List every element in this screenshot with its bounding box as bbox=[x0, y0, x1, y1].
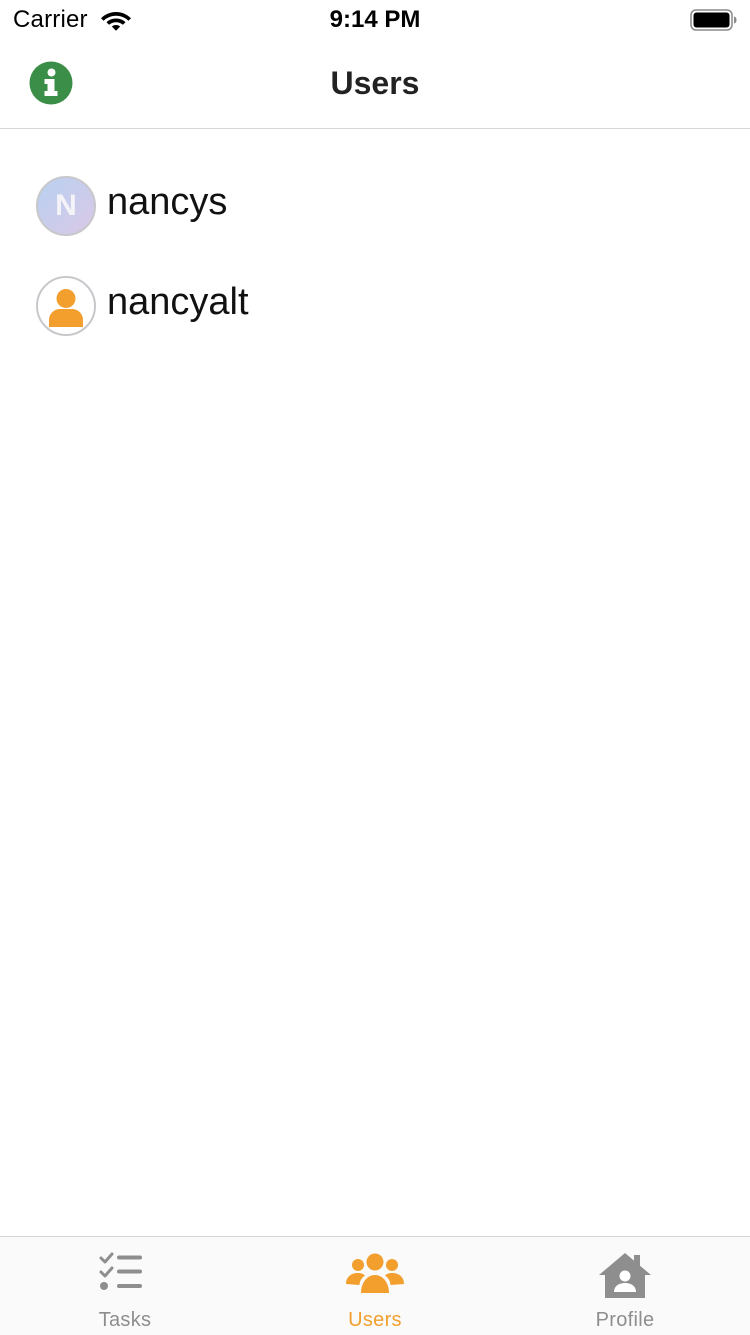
avatar-initial: N bbox=[55, 189, 77, 222]
tab-label: Tasks bbox=[98, 1309, 152, 1331]
navigation-bar: Users bbox=[0, 40, 750, 129]
home-person-icon bbox=[599, 1253, 651, 1298]
tab-profile[interactable]: Profile bbox=[500, 1237, 750, 1335]
user-list: N nancys nancyalt bbox=[0, 129, 750, 356]
user-name: nancys bbox=[107, 181, 228, 223]
user-name: nancyalt bbox=[107, 281, 249, 323]
status-bar: Carrier 9:14 PM bbox=[0, 0, 750, 40]
users-group-icon bbox=[346, 1253, 404, 1293]
user-row-nancys[interactable]: N nancys bbox=[0, 156, 750, 256]
avatar bbox=[36, 276, 96, 336]
page-title: Users bbox=[330, 65, 420, 101]
tab-users[interactable]: Users bbox=[250, 1237, 500, 1335]
status-time: 9:14 PM bbox=[329, 6, 421, 33]
user-row-nancyalt[interactable]: nancyalt bbox=[0, 256, 750, 356]
avatar: N bbox=[36, 176, 96, 236]
tab-label: Profile bbox=[595, 1309, 655, 1331]
tab-tasks[interactable]: Tasks bbox=[0, 1237, 250, 1335]
tab-label: Users bbox=[348, 1309, 402, 1331]
person-icon bbox=[49, 289, 83, 327]
checklist-icon bbox=[99, 1252, 142, 1290]
battery-icon bbox=[690, 9, 737, 31]
tab-bar: Tasks Users Profile bbox=[0, 1236, 750, 1335]
